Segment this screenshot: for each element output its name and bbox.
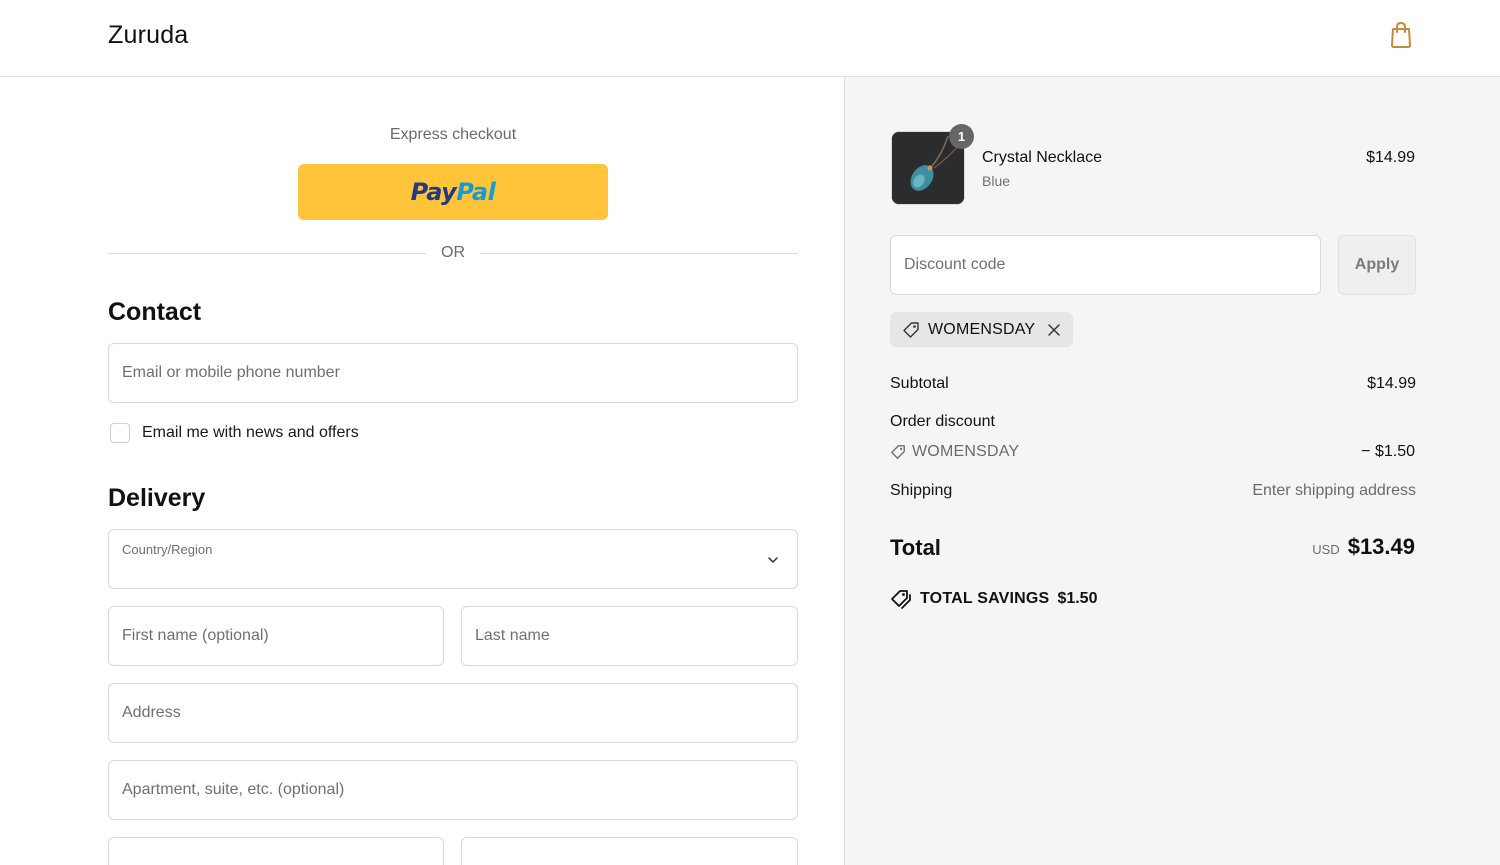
applied-code-text: WOMENSDAY — [928, 320, 1036, 338]
or-divider: OR — [108, 243, 798, 265]
newsletter-checkbox-row[interactable]: Email me with news and offers — [110, 421, 359, 445]
divider-line — [480, 253, 798, 254]
email-field[interactable] — [108, 343, 798, 403]
subtotal-row: Subtotal $14.99 — [890, 375, 1416, 397]
first-name-input[interactable] — [122, 627, 430, 645]
total-value-group: USD $13.49 — [1312, 534, 1415, 560]
total-savings: TOTAL SAVINGS $1.50 — [890, 589, 1097, 609]
order-summary-column: 1 Crystal Necklace Blue $14.99 Apply WOM… — [844, 77, 1500, 865]
site-header: Zuruda — [0, 0, 1500, 77]
applied-discount-chip: WOMENSDAY — [890, 312, 1074, 347]
delivery-title: Delivery — [108, 484, 206, 512]
contact-title: Contact — [108, 298, 202, 326]
product-price: $14.99 — [1366, 149, 1415, 166]
paypal-button[interactable]: Pay Pal — [298, 164, 608, 220]
discount-amount: − $1.50 — [1361, 443, 1415, 460]
shipping-row: Shipping Enter shipping address — [890, 482, 1416, 504]
tags-icon — [891, 590, 911, 609]
address-field[interactable] — [108, 683, 798, 743]
apartment-field[interactable] — [108, 760, 798, 820]
discount-code-label: WOMENSDAY — [912, 443, 1020, 460]
product-variant: Blue — [982, 173, 1011, 189]
last-name-input[interactable] — [475, 627, 784, 645]
email-input[interactable] — [122, 364, 784, 382]
cart-button[interactable] — [1388, 20, 1414, 50]
total-label: Total — [890, 535, 941, 560]
total-savings-value: $1.50 — [1057, 590, 1098, 607]
discount-code-line: WOMENSDAY — [890, 443, 1019, 461]
product-name: Crystal Necklace — [982, 149, 1103, 166]
last-name-field[interactable] — [461, 606, 798, 666]
currency-code: USD — [1312, 542, 1340, 557]
tag-icon — [903, 321, 919, 338]
subtotal-value: $14.99 — [1367, 375, 1416, 392]
country-label: Country/Region — [122, 542, 213, 557]
chevron-down-icon — [768, 557, 778, 563]
postal-code-field[interactable] — [461, 837, 798, 865]
shipping-label: Shipping — [890, 482, 953, 499]
newsletter-label: Email me with news and offers — [142, 424, 359, 441]
total-value: $13.49 — [1347, 534, 1415, 559]
paypal-logo-text: Pay — [410, 178, 457, 206]
shopping-bag-icon — [1391, 21, 1411, 48]
apartment-input[interactable] — [122, 781, 784, 799]
tag-icon — [891, 445, 905, 459]
paypal-logo-text-accent: Pal — [456, 178, 496, 206]
divider-line — [108, 253, 426, 254]
or-text: OR — [441, 244, 465, 261]
subtotal-label: Subtotal — [890, 375, 949, 392]
checkout-form-column: Express checkout Pay Pal OR Contact Email… — [0, 77, 844, 865]
shipping-value: Enter shipping address — [1252, 482, 1416, 499]
country-select[interactable]: Country/Region — [108, 529, 798, 589]
remove-discount-button[interactable] — [1047, 323, 1061, 337]
discount-code-field[interactable] — [890, 235, 1321, 295]
store-logo[interactable]: Zuruda — [108, 21, 188, 50]
quantity-badge: 1 — [949, 124, 974, 149]
apply-discount-button[interactable]: Apply — [1338, 235, 1416, 295]
newsletter-checkbox[interactable] — [110, 423, 130, 443]
total-savings-label: TOTAL SAVINGS — [920, 590, 1050, 607]
express-checkout-label: Express checkout — [389, 126, 517, 143]
city-field[interactable] — [108, 837, 444, 865]
address-input[interactable] — [122, 704, 784, 722]
first-name-field[interactable] — [108, 606, 444, 666]
discount-code-input[interactable] — [904, 256, 1307, 274]
close-icon — [1048, 323, 1061, 336]
order-discount-label: Order discount — [890, 413, 995, 430]
order-discount-row: Order discount — [890, 413, 1416, 435]
